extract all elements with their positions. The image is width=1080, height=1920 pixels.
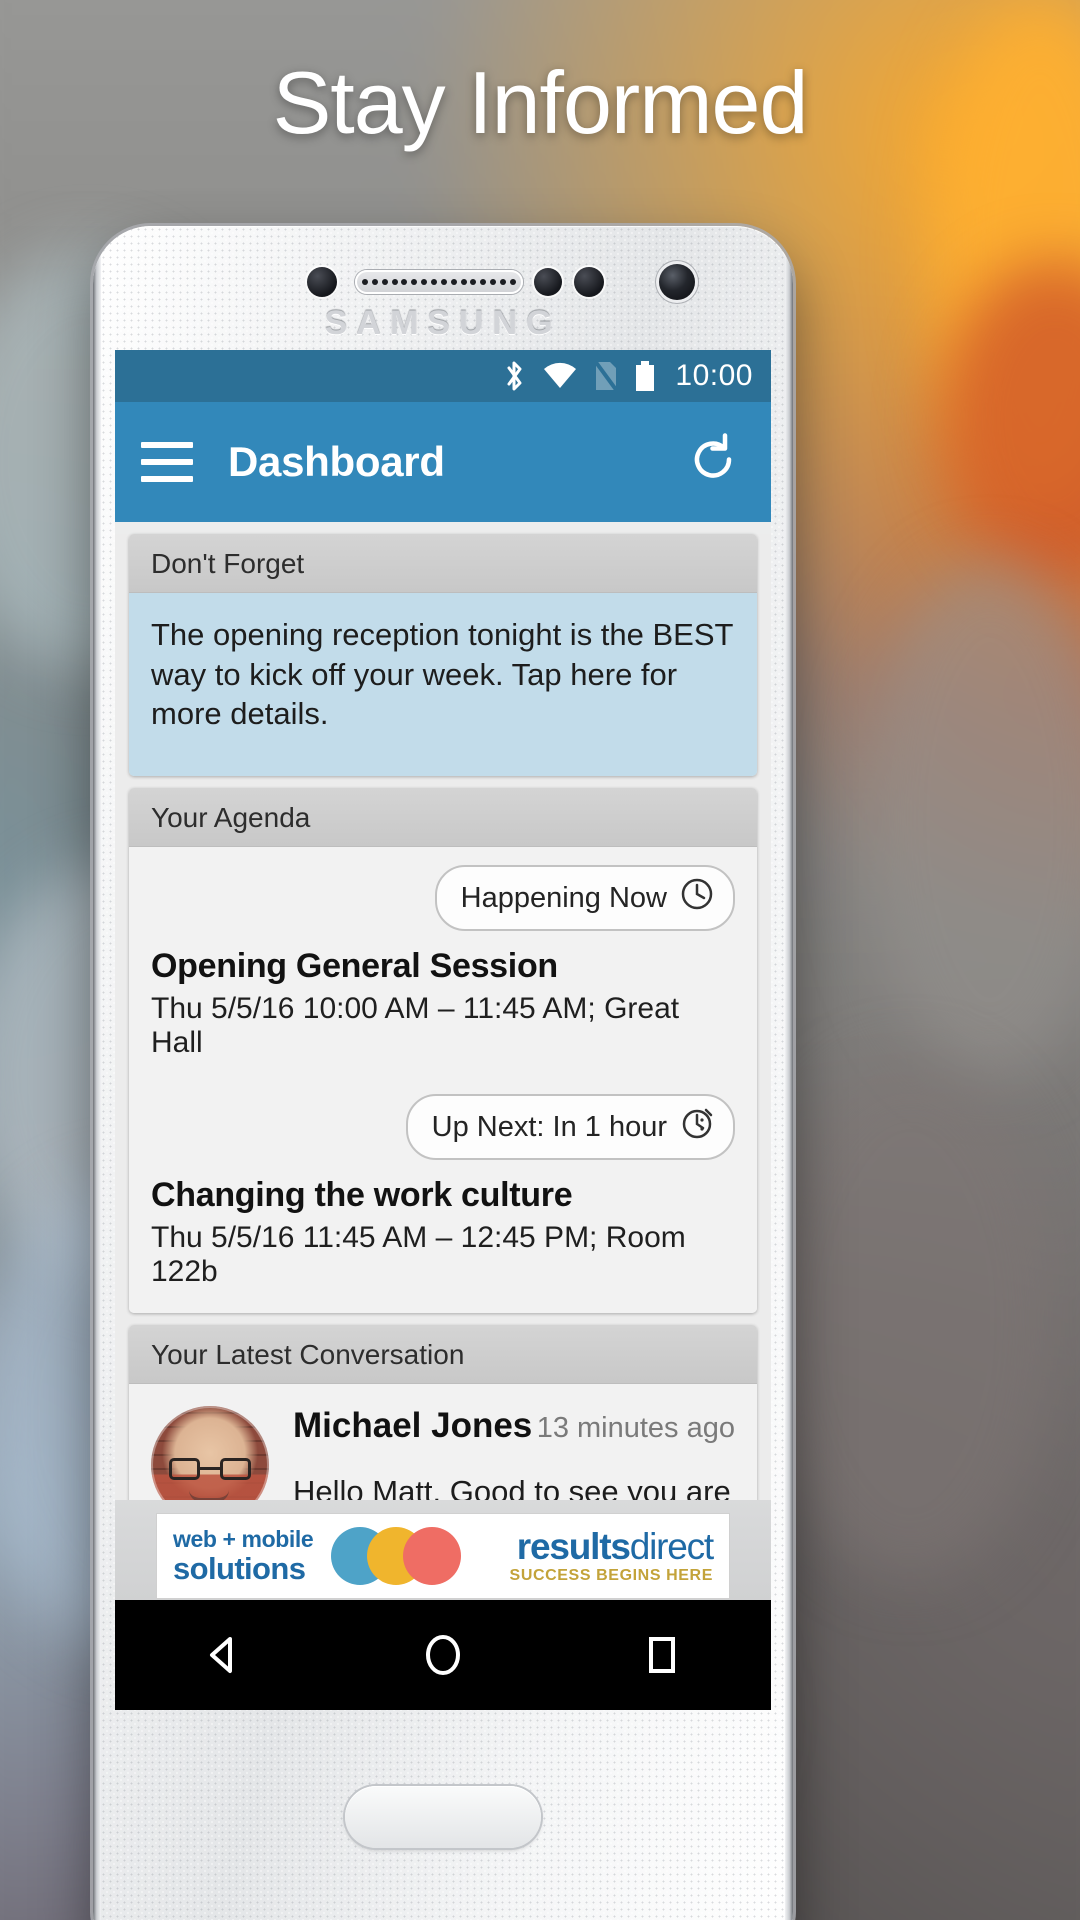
phone-device-frame: SAMSUNG 10:00 Dashboard Don't Forget The… [93, 226, 793, 1920]
phone-edge-left [93, 226, 101, 1920]
agenda-session-title: Opening General Session [151, 947, 558, 986]
android-navigation-bar [115, 1600, 771, 1710]
card-header-conversation: Your Latest Conversation [129, 1325, 757, 1385]
physical-home-button[interactable] [345, 1786, 541, 1848]
card-body-agenda: Happening Now Opening General Session Th… [129, 847, 757, 1314]
card-body-dont-forget: The opening reception tonight is the BES… [129, 593, 757, 777]
advertisement-content: web + mobile solutions resultsdirect SUC… [157, 1514, 729, 1598]
ir-sensor-icon [574, 267, 604, 297]
front-camera-icon [659, 264, 695, 300]
dashboard-content: Don't Forget The opening reception tonig… [115, 534, 771, 1600]
ad-brand-light: direct [629, 1526, 714, 1567]
earpiece-speaker-grille [355, 270, 523, 294]
agenda-badge-row: Up Next: In 1 hour [151, 1094, 735, 1161]
ad-logo-circles [331, 1525, 463, 1587]
ad-brand-bold: results [516, 1526, 631, 1567]
agenda-session-meta: Thu 5/5/16 11:45 AM – 12:45 PM; Room 122… [151, 1221, 686, 1289]
glasses-icon [169, 1458, 251, 1481]
recents-square-icon[interactable] [602, 1600, 722, 1710]
proximity-sensor-icon [307, 267, 337, 297]
background-blob [760, 1060, 1060, 1580]
app-bar: Dashboard [115, 402, 771, 522]
status-bar-clock: 10:00 [675, 359, 753, 392]
agenda-item[interactable]: Happening Now Opening General Session Th… [151, 865, 735, 1060]
refresh-icon[interactable] [685, 432, 741, 493]
agenda-session-meta: Thu 5/5/16 10:00 AM – 11:45 AM; Great Ha… [151, 992, 680, 1060]
conversation-sender-name: Michael Jones [293, 1406, 533, 1446]
page-title: Stay Informed [272, 53, 809, 152]
phone-edge-right [785, 226, 793, 1920]
ad-line-1: web + mobile [173, 1526, 314, 1552]
home-circle-icon[interactable] [383, 1600, 503, 1710]
light-sensor-icon [534, 268, 562, 296]
device-brand-label: SAMSUNG [324, 304, 562, 342]
phone-top-hardware [93, 260, 793, 310]
advertisement-brand: resultsdirect SUCCESS BEGINS HERE [473, 1526, 715, 1584]
sd-card-off-icon [593, 360, 620, 392]
card-dont-forget[interactable]: Don't Forget The opening reception tonig… [129, 534, 757, 777]
android-status-bar: 10:00 [115, 350, 771, 402]
logo-circle-red [403, 1527, 462, 1585]
status-badge-up-next: Up Next: In 1 hour [405, 1094, 735, 1161]
ad-line-2: solutions [173, 1551, 306, 1586]
battery-icon [634, 360, 656, 392]
conversation-timestamp: 13 minutes ago [536, 1412, 735, 1445]
phone-screen: 10:00 Dashboard Don't Forget The opening… [115, 350, 771, 1600]
conversation-header-row: Michael Jones 13 minutes ago [293, 1406, 735, 1446]
agenda-item[interactable]: Up Next: In 1 hour Changing the work cul… [151, 1094, 735, 1289]
badge-label: Up Next: In 1 hour [431, 1110, 667, 1143]
ad-brand-name: resultsdirect [473, 1526, 714, 1567]
card-header-agenda: Your Agenda [129, 788, 757, 848]
timer-icon [679, 1105, 715, 1149]
back-triangle-icon[interactable] [164, 1600, 284, 1710]
agenda-session-title: Changing the work culture [151, 1176, 573, 1215]
agenda-badge-row: Happening Now [151, 865, 735, 932]
clock-icon [679, 876, 715, 920]
card-header-dont-forget: Don't Forget [129, 534, 757, 593]
advertisement-tagline-left: web + mobile solutions [173, 1526, 314, 1586]
ad-brand-tagline: SUCCESS BEGINS HERE [509, 1567, 713, 1584]
app-bar-title: Dashboard [228, 438, 445, 485]
status-badge-happening-now: Happening Now [434, 865, 735, 932]
bluetooth-icon [503, 359, 527, 393]
dont-forget-message: The opening reception tonight is the BES… [151, 617, 733, 732]
badge-label: Happening Now [460, 881, 667, 914]
wifi-icon [542, 362, 578, 390]
hamburger-menu-icon[interactable] [141, 442, 193, 482]
card-your-agenda[interactable]: Your Agenda Happening Now Opening Genera… [129, 788, 757, 1314]
advertisement-banner[interactable]: web + mobile solutions resultsdirect SUC… [115, 1500, 771, 1600]
